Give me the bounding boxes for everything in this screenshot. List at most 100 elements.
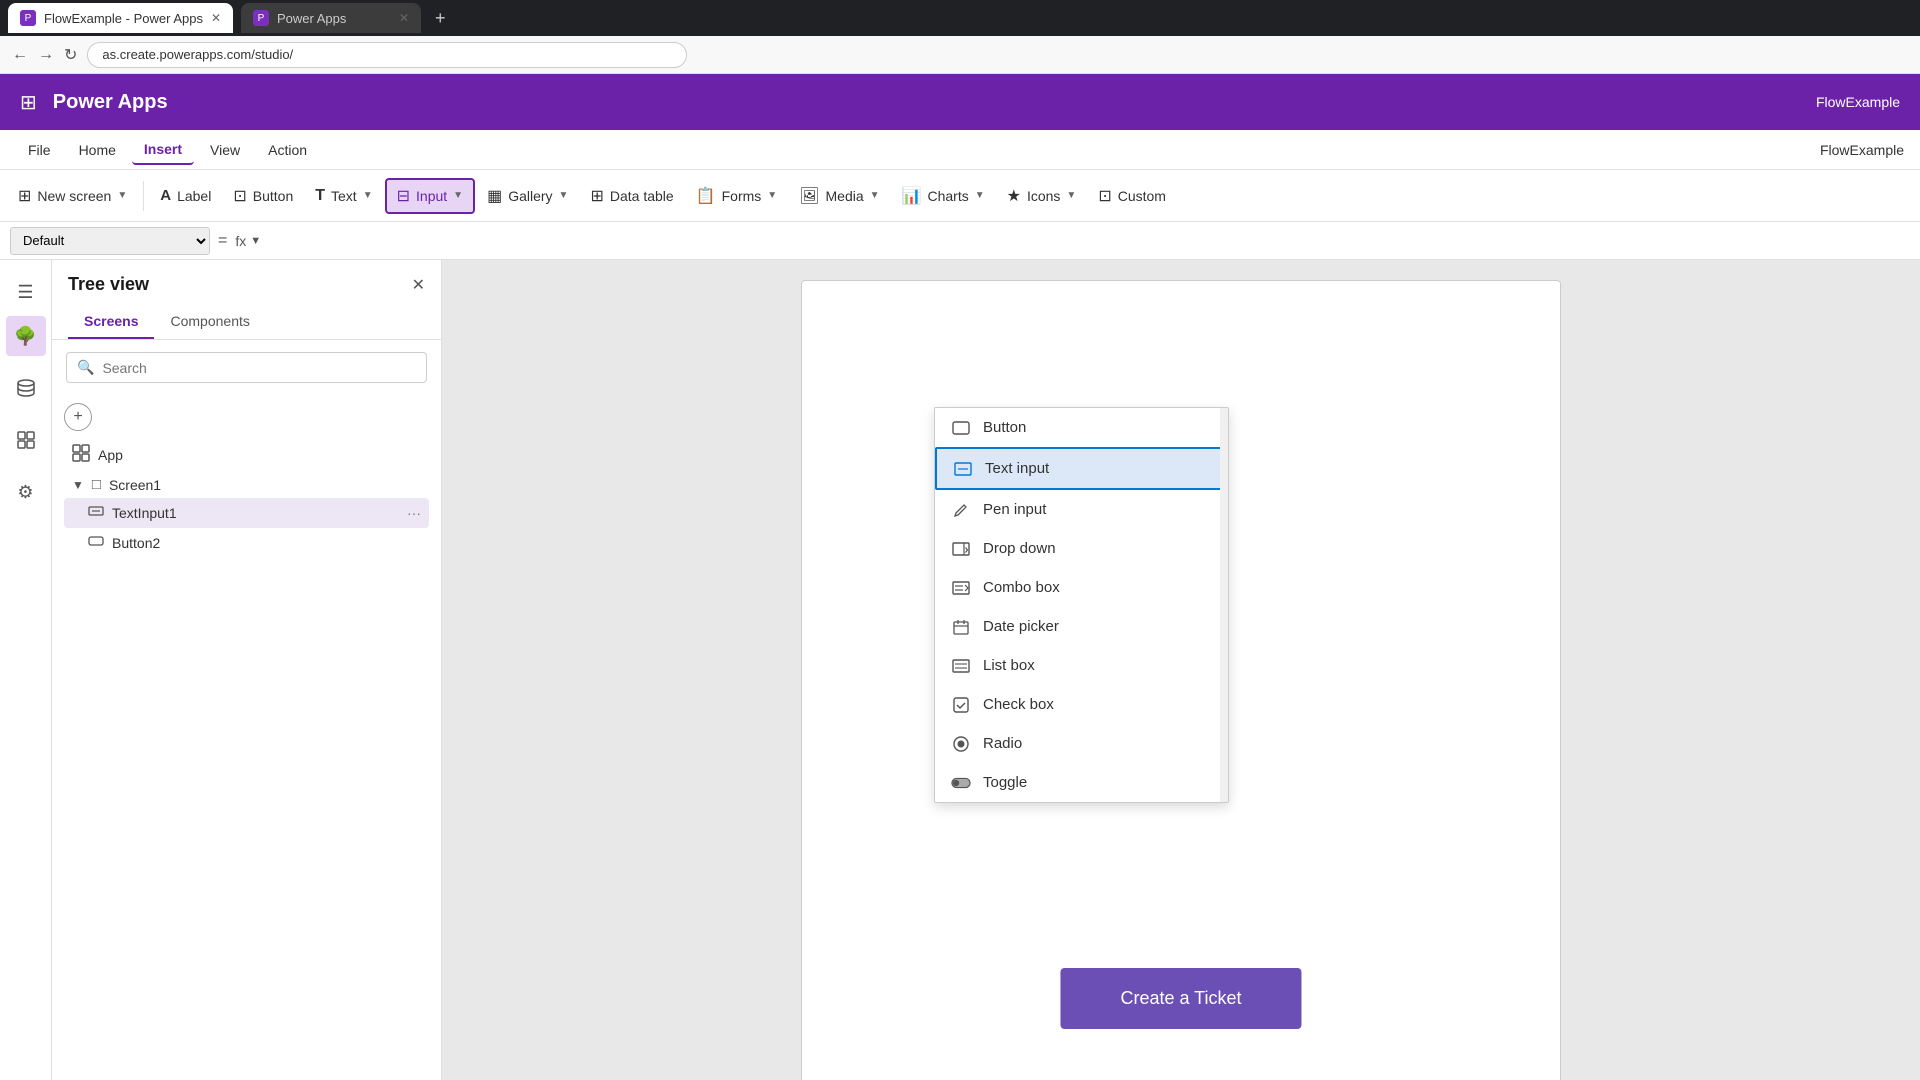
sidebar-icon-menu[interactable]: ☰ (6, 272, 46, 312)
sidebar-icon-components[interactable] (6, 420, 46, 460)
button-button[interactable]: ⊡ Button (223, 180, 303, 212)
screen1-icon: □ (92, 476, 101, 493)
tree-body: + App ▼ □ Screen1 TextInput1 ·· (52, 395, 441, 1080)
text-button[interactable]: T Text ▼ (305, 181, 382, 211)
sidebar-icons: ☰ 🌳 ⚙ (0, 260, 52, 1080)
list-item[interactable]: ▼ □ Screen1 (64, 471, 429, 498)
label-label: Label (177, 188, 211, 204)
dropdown-textinput-label: Text input (985, 460, 1049, 477)
forward-button[interactable]: → (38, 46, 54, 64)
new-screen-button[interactable]: ⊞ New screen ▼ (8, 180, 137, 212)
tree-close-button[interactable]: ✕ (412, 275, 425, 295)
dropdown-item-check-box[interactable]: Check box (935, 685, 1228, 724)
charts-label: Charts (927, 188, 968, 204)
screen1-label: Screen1 (109, 477, 421, 493)
text-chevron: ▼ (363, 190, 373, 201)
menu-insert[interactable]: Insert (132, 135, 194, 165)
toolbar-sep-1 (143, 181, 144, 211)
dropdown-item-combo-box[interactable]: Combo box (935, 568, 1228, 607)
address-bar[interactable] (87, 42, 687, 68)
dropdown-combobox-icon (951, 581, 971, 595)
dropdown-scrollbar[interactable] (1220, 408, 1228, 802)
fx-label: fx (235, 233, 246, 249)
dropdown-checkbox-icon (951, 697, 971, 713)
menu-view[interactable]: View (198, 136, 252, 164)
tree-panel: Tree view ✕ Screens Components 🔍 + App (52, 260, 442, 1080)
menu-file[interactable]: File (16, 136, 63, 164)
menu-action[interactable]: Action (256, 136, 319, 164)
app-icon (72, 444, 90, 466)
tab-active[interactable]: P FlowExample - Power Apps ✕ (8, 3, 233, 33)
browser-chrome: P FlowExample - Power Apps ✕ P Power App… (0, 0, 1920, 74)
tab-favicon-2: P (253, 10, 269, 26)
textinput1-actions[interactable]: ··· (407, 505, 421, 521)
dropdown-item-radio[interactable]: Radio (935, 724, 1228, 763)
charts-button[interactable]: 📊 Charts ▼ (892, 180, 995, 212)
dropdown-textinput-icon (953, 462, 973, 476)
dropdown-item-pen-input[interactable]: Pen input (935, 490, 1228, 529)
custom-label: Custom (1118, 188, 1166, 204)
dropdown-dropdown-label: Drop down (983, 540, 1056, 557)
sidebar-icon-data[interactable] (6, 368, 46, 408)
search-input[interactable] (102, 360, 416, 376)
menu-home[interactable]: Home (67, 136, 128, 164)
tab-close-2[interactable]: ✕ (399, 11, 409, 25)
browser-nav-bar: ← → ↻ (0, 36, 1920, 74)
gallery-chevron: ▼ (559, 190, 569, 201)
reload-button[interactable]: ↻ (64, 45, 77, 65)
forms-button[interactable]: 📋 Forms ▼ (686, 180, 788, 212)
tree-tabs: Screens Components (52, 305, 441, 340)
dropdown-listbox-label: List box (983, 657, 1035, 674)
tab-label-1: FlowExample - Power Apps (44, 11, 203, 26)
dropdown-listbox-icon (951, 659, 971, 673)
button-label: Button (253, 188, 293, 204)
icons-button[interactable]: ★ Icons ▼ (997, 180, 1087, 212)
app-name-display: FlowExample (1816, 94, 1900, 110)
dropdown-toggle-label: Toggle (983, 774, 1027, 791)
sidebar-icon-settings[interactable]: ⚙ (6, 472, 46, 512)
property-select[interactable]: Default (10, 227, 210, 255)
new-screen-label: New screen (37, 188, 111, 204)
input-button[interactable]: ⊟ Input ▼ (385, 178, 475, 214)
tab-components[interactable]: Components (154, 305, 265, 339)
create-ticket-button[interactable]: Create a Ticket (1060, 968, 1301, 1029)
media-button[interactable]: 🖼 Media ▼ (789, 180, 889, 212)
button2-icon (88, 533, 104, 553)
browser-tab-bar: P FlowExample - Power Apps ✕ P Power App… (0, 0, 1920, 36)
dropdown-pen-icon (951, 502, 971, 518)
back-button[interactable]: ← (12, 46, 28, 64)
dropdown-item-date-picker[interactable]: Date picker (935, 607, 1228, 646)
data-table-button[interactable]: ⊞ Data table (580, 180, 683, 212)
dropdown-item-drop-down[interactable]: Drop down (935, 529, 1228, 568)
tab-favicon-1: P (20, 10, 36, 26)
app-title: Power Apps (53, 91, 168, 114)
media-label: Media (826, 188, 864, 204)
dropdown-datepicker-label: Date picker (983, 618, 1059, 635)
dropdown-item-toggle[interactable]: Toggle (935, 763, 1228, 802)
tab-inactive[interactable]: P Power Apps ✕ (241, 3, 421, 33)
dropdown-item-button[interactable]: Button (935, 408, 1228, 447)
tree-search-bar[interactable]: 🔍 (66, 352, 427, 383)
list-item[interactable]: Button2 (64, 528, 429, 558)
list-item[interactable]: TextInput1 ··· (64, 498, 429, 528)
new-tab-button[interactable]: + (429, 8, 452, 29)
gallery-button[interactable]: ▦ Gallery ▼ (477, 180, 578, 212)
canvas-area: Create a Ticket Button Text input (442, 260, 1920, 1080)
dropdown-combobox-label: Combo box (983, 579, 1060, 596)
list-item[interactable]: App (64, 439, 429, 471)
icons-chevron: ▼ (1066, 190, 1076, 201)
tab-label-2: Power Apps (277, 11, 346, 26)
sidebar-icon-tree[interactable]: 🌳 (6, 316, 46, 356)
waffle-icon[interactable]: ⊞ (20, 90, 37, 115)
custom-button[interactable]: ⊡ Custom (1088, 180, 1176, 212)
tab-screens[interactable]: Screens (68, 305, 154, 339)
formula-fx-button[interactable]: fx ▼ (235, 233, 261, 249)
dropdown-item-list-box[interactable]: List box (935, 646, 1228, 685)
add-item-button[interactable]: + (64, 403, 92, 431)
tab-close-1[interactable]: ✕ (211, 11, 221, 25)
data-table-label: Data table (610, 188, 674, 204)
label-button[interactable]: A Label (150, 181, 221, 210)
screen1-chevron: ▼ (72, 478, 84, 492)
text-label: Text (331, 188, 357, 204)
dropdown-item-text-input[interactable]: Text input (935, 447, 1228, 490)
